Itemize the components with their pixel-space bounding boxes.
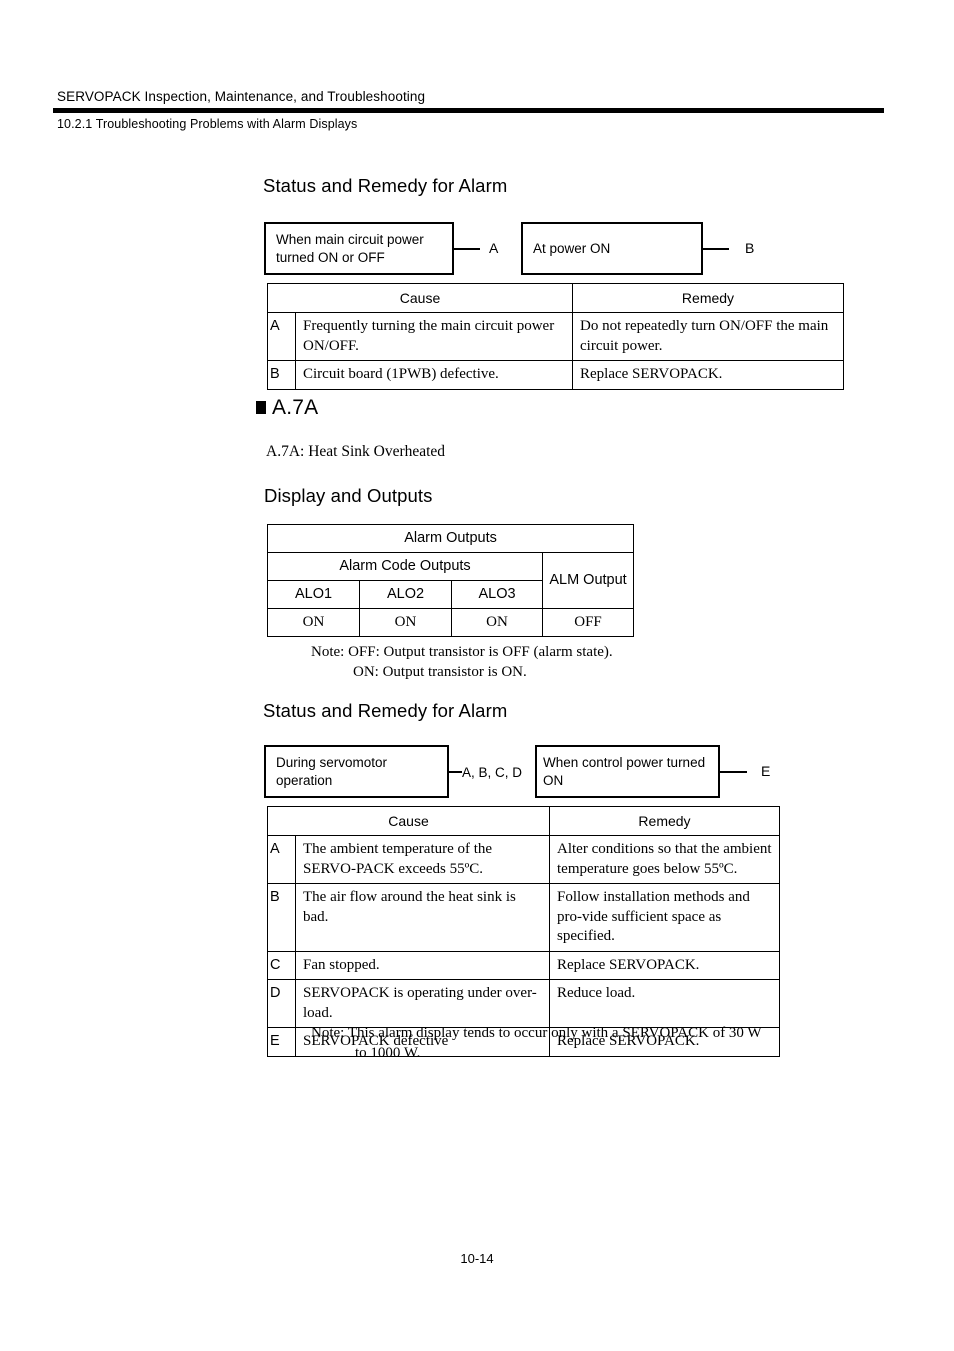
column-header-cause: Cause	[267, 805, 550, 837]
row-cause: The ambient temperature of the SERVO-PAC…	[295, 835, 550, 885]
table-row: A The ambient temperature of the SERVO-P…	[267, 835, 780, 885]
flow-connector-e	[720, 771, 747, 773]
alarm-code-outputs-header: Alarm Code Outputs	[267, 551, 543, 581]
page-number: 10-14	[460, 1251, 494, 1266]
row-cause: SERVOPACK is operating under over-load.	[295, 979, 550, 1029]
flow-label-a: A	[489, 240, 499, 256]
cause-remedy-table-one: Cause Remedy A Frequently turning the ma…	[267, 282, 844, 390]
section-two-note-line-2: to 1000 W.	[355, 1045, 421, 1062]
flow-box-at-power-on-label: At power ON	[533, 240, 611, 256]
column-header-remedy: Remedy	[549, 805, 780, 837]
row-index: B	[267, 360, 296, 390]
row-remedy: Do not repeatedly turn ON/OFF the main c…	[572, 312, 844, 362]
row-index: D	[267, 979, 296, 1029]
flow-box-at-power-on: At power ON	[521, 222, 703, 275]
alarm-outputs-note: Note: OFF: Output transistor is OFF (ala…	[311, 642, 613, 683]
section-two-note: Note: This alarm display tends to occur …	[311, 1023, 762, 1064]
alarm-outputs-group-row: Alarm Code Outputs ALM Output	[267, 551, 635, 609]
row-remedy: Replace SERVOPACK.	[572, 360, 844, 390]
flow-connector-b	[703, 248, 729, 250]
alarm-code-heading: A.7A	[272, 396, 319, 419]
display-and-outputs-heading: Display and Outputs	[264, 485, 433, 506]
section-two-heading: Status and Remedy for Alarm	[263, 700, 508, 721]
alarm-outputs-note-line-1: Note: OFF: Output transistor is OFF (ala…	[311, 644, 613, 660]
alarm-outputs-table: Alarm Outputs Alarm Code Outputs ALM Out…	[266, 524, 635, 638]
row-index: C	[267, 950, 296, 981]
table-row: A Frequently turning the main circuit po…	[267, 312, 844, 362]
page-header-subsection: 10.2.1 Troubleshooting Problems with Ala…	[57, 117, 358, 131]
alm-output-header: ALM Output	[541, 551, 635, 609]
document-page: SERVOPACK Inspection, Maintenance, and T…	[0, 0, 954, 1351]
flow-label-abcd: A, B, C, D	[462, 765, 523, 780]
flow-connector-abcd	[449, 771, 462, 773]
alarm-outputs-value-row: ON ON ON OFF	[267, 607, 635, 638]
flow-label-e: E	[761, 763, 771, 779]
row-cause: Circuit board (1PWB) defective.	[295, 360, 573, 390]
flow-box-during-servomotor-operation-label: During servomotor operation	[276, 754, 388, 788]
alarm-description: A.7A: Heat Sink Overheated	[266, 443, 446, 460]
section-two-note-line-1: Note: This alarm display tends to occur …	[311, 1025, 762, 1041]
value-alm: OFF	[541, 607, 635, 638]
alarm-outputs-note-line-2: ON: Output transistor is ON.	[353, 664, 527, 681]
table-row: B The air flow around the heat sink is b…	[267, 883, 780, 952]
row-index: B	[267, 883, 296, 952]
square-bullet-icon	[256, 401, 266, 414]
value-alo1: ON	[267, 607, 360, 638]
flow-box-control-power-on-label: When control power turned ON	[543, 754, 706, 788]
row-remedy: Alter conditions so that the ambient tem…	[549, 835, 780, 885]
cause-remedy-table-two: Cause Remedy A The ambient temperature o…	[267, 805, 780, 1057]
table-row: B Circuit board (1PWB) defective. Replac…	[267, 360, 844, 390]
column-header-alo1: ALO1	[267, 579, 360, 609]
table-row: C Fan stopped. Replace SERVOPACK.	[267, 950, 780, 981]
row-index: E	[267, 1027, 296, 1057]
alarm-outputs-title: Alarm Outputs	[266, 524, 635, 553]
column-header-alo3: ALO3	[451, 579, 543, 609]
column-header-alo2: ALO2	[359, 579, 452, 609]
row-index: A	[267, 312, 296, 362]
section-one-heading: Status and Remedy for Alarm	[263, 175, 508, 196]
flow-box-during-servomotor-operation: During servomotor operation	[264, 745, 449, 798]
row-remedy: Replace SERVOPACK.	[549, 950, 780, 981]
header-divider-rule	[53, 108, 884, 113]
alarm-outputs-title-row: Alarm Outputs	[266, 524, 635, 553]
row-cause: Fan stopped.	[295, 950, 550, 981]
flow-box-main-circuit-power-label: When main circuit power turned ON or OFF	[276, 231, 424, 265]
table-header-row: Cause Remedy	[267, 282, 844, 314]
row-index: A	[267, 835, 296, 885]
table-row: D SERVOPACK is operating under over-load…	[267, 979, 780, 1029]
column-header-remedy: Remedy	[572, 282, 844, 314]
value-alo3: ON	[451, 607, 543, 638]
page-header-title: SERVOPACK Inspection, Maintenance, and T…	[57, 89, 426, 104]
flow-box-main-circuit-power: When main circuit power turned ON or OFF	[264, 222, 454, 275]
flow-label-b: B	[745, 240, 755, 256]
row-remedy: Reduce load.	[549, 979, 780, 1029]
value-alo2: ON	[359, 607, 452, 638]
row-remedy: Follow installation methods and pro-vide…	[549, 883, 780, 952]
row-cause: The air flow around the heat sink is bad…	[295, 883, 550, 952]
flow-box-control-power-on: When control power turned ON	[535, 745, 720, 798]
flow-connector-a	[454, 248, 480, 250]
column-header-cause: Cause	[267, 282, 573, 314]
table-header-row: Cause Remedy	[267, 805, 780, 837]
row-cause: Frequently turning the main circuit powe…	[295, 312, 573, 362]
